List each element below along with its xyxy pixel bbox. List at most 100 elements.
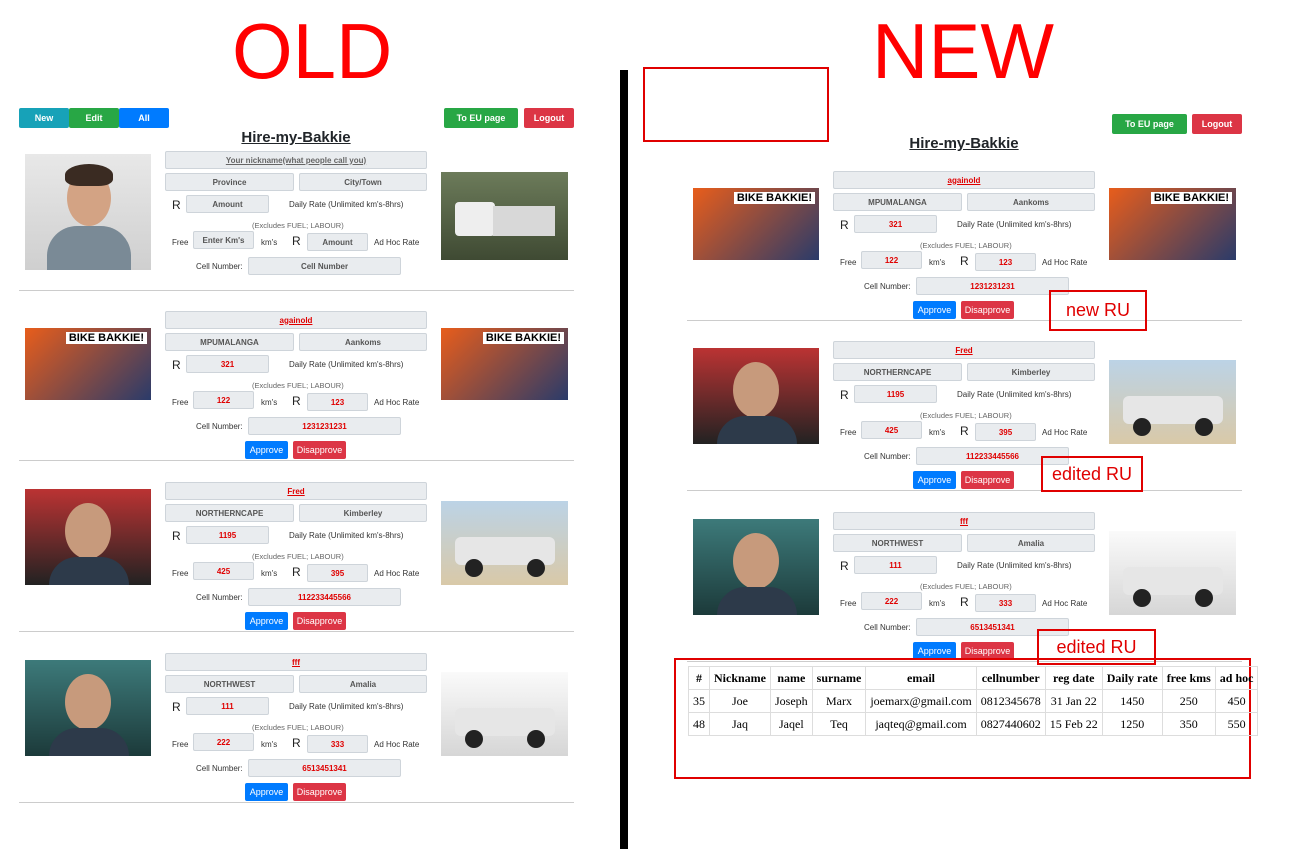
adhoc-rate-field[interactable]: 395 (307, 564, 368, 582)
adhoc-rate-field[interactable]: 123 (975, 253, 1036, 271)
cell-field[interactable]: 6513451341 (248, 759, 401, 777)
free-kms-field[interactable]: 222 (861, 592, 922, 610)
daily-rate-field[interactable]: 111 (186, 697, 269, 715)
disapprove-button[interactable]: Disapprove (293, 783, 346, 801)
table-header-cell: Daily rate (1101, 666, 1163, 690)
city-field[interactable]: Aankoms (967, 193, 1095, 211)
city-field[interactable]: Aankoms (299, 333, 427, 351)
amount-input[interactable]: Amount (186, 195, 269, 213)
disapprove-button[interactable]: Disapprove (293, 612, 346, 630)
approve-button[interactable]: Approve (913, 471, 956, 489)
rand-symbol: R (292, 234, 301, 248)
adhoc-rate-field[interactable]: 395 (975, 423, 1036, 441)
daily-rate-field[interactable]: 1195 (186, 526, 269, 544)
province-field[interactable]: NORTHWEST (165, 675, 294, 693)
approve-button[interactable]: Approve (245, 783, 288, 801)
logout-button[interactable]: Logout (1192, 114, 1242, 134)
bakkie-listing-card: BIKE BAKKIE! againold MPUMALANGA Aankoms… (19, 290, 574, 461)
excludes-label: (Excludes FUEL; LABOUR) (252, 221, 344, 230)
province-field[interactable]: NORTHWEST (833, 534, 962, 552)
free-kms-field[interactable]: 222 (193, 733, 254, 751)
cell-field[interactable]: 112233445566 (248, 588, 401, 606)
province-field[interactable]: NORTHERNCAPE (165, 504, 294, 522)
daily-rate-label: Daily Rate (Unlimited km's-8hrs) (957, 220, 1072, 229)
approve-button[interactable]: Approve (913, 301, 956, 319)
approve-button[interactable]: Approve (245, 612, 288, 630)
nickname-field[interactable]: Fred (165, 482, 427, 500)
rand-symbol: R (292, 565, 301, 579)
bakkie-photo (441, 172, 568, 260)
city-field[interactable]: Kimberley (967, 363, 1095, 381)
adhoc-input[interactable]: Amount (307, 233, 368, 251)
free-label: Free (840, 258, 857, 267)
approve-button[interactable]: Approve (245, 441, 288, 459)
kms-input[interactable]: Enter Km's (193, 231, 254, 249)
cell-label: Cell Number: (864, 282, 911, 291)
nickname-field[interactable]: againold (833, 171, 1095, 189)
free-kms-field[interactable]: 425 (861, 421, 922, 439)
table-cell: Joe (709, 689, 771, 713)
table-cell: Jaq (709, 712, 771, 736)
adhoc-rate-field[interactable]: 333 (307, 735, 368, 753)
free-label: Free (840, 599, 857, 608)
rand-symbol: R (960, 424, 969, 438)
free-kms-field[interactable]: 425 (193, 562, 254, 580)
province-field[interactable]: NORTHERNCAPE (833, 363, 962, 381)
cell-label: Cell Number: (864, 623, 911, 632)
table-header-cell: ad hoc (1214, 666, 1259, 690)
listing-photo (25, 489, 151, 585)
kms-label: km's (929, 428, 946, 437)
cell-label: Cell Number: (196, 764, 243, 773)
bakkie-listing-card: Fred NORTHERNCAPE Kimberley R 1195 Daily… (687, 320, 1242, 491)
adhoc-rate-field[interactable]: 333 (975, 594, 1036, 612)
disapprove-button[interactable]: Disapprove (293, 441, 346, 459)
excludes-label: (Excludes FUEL; LABOUR) (252, 723, 344, 732)
cell-input[interactable]: Cell Number (248, 257, 401, 275)
data-table: # Nickname name surname email cellnumber reg d… (688, 666, 1259, 736)
city-input[interactable]: City/Town (299, 173, 427, 191)
free-kms-field[interactable]: 122 (861, 251, 922, 269)
daily-rate-field[interactable]: 1195 (854, 385, 937, 403)
bakkie-photo: BIKE BAKKIE! (1109, 188, 1236, 260)
nickname-input[interactable]: Your nickname(what people call you) (165, 151, 427, 169)
adhoc-label: Ad Hoc Rate (1042, 258, 1088, 267)
nickname-field[interactable]: Fred (833, 341, 1095, 359)
listing-photo (693, 519, 819, 615)
table-header-row: # Nickname name surname email cellnumber reg d… (688, 666, 1259, 690)
daily-rate-label: Daily Rate (Unlimited km's-8hrs) (289, 200, 404, 209)
province-input[interactable]: Province (165, 173, 294, 191)
table-header-cell: reg date (1044, 666, 1103, 690)
nickname-field[interactable]: againold (165, 311, 427, 329)
listing-photo: BIKE BAKKIE! (693, 188, 819, 260)
cell-label: Cell Number: (864, 452, 911, 461)
daily-rate-field[interactable]: 321 (854, 215, 937, 233)
nickname-field[interactable]: fff (833, 512, 1095, 530)
province-field[interactable]: MPUMALANGA (165, 333, 294, 351)
table-cell: jaqteq@gmail.com (865, 712, 977, 736)
city-field[interactable]: Kimberley (299, 504, 427, 522)
city-field[interactable]: Amalia (299, 675, 427, 693)
disapprove-button[interactable]: Disapprove (961, 301, 1014, 319)
cell-field[interactable]: 1231231231 (248, 417, 401, 435)
province-field[interactable]: MPUMALANGA (833, 193, 962, 211)
cell-field[interactable]: 1231231231 (916, 277, 1069, 295)
adhoc-label: Ad Hoc Rate (374, 238, 420, 247)
daily-rate-field[interactable]: 111 (854, 556, 937, 574)
divider-line (620, 70, 628, 849)
daily-rate-field[interactable]: 321 (186, 355, 269, 373)
adhoc-label: Ad Hoc Rate (1042, 599, 1088, 608)
table-header-cell: # (688, 666, 710, 690)
city-field[interactable]: Amalia (967, 534, 1095, 552)
table-cell: 15 Feb 22 (1044, 712, 1103, 736)
eu-page-button[interactable]: To EU page (1112, 114, 1187, 134)
disapprove-button[interactable]: Disapprove (961, 471, 1014, 489)
kms-label: km's (929, 258, 946, 267)
daily-rate-label: Daily Rate (Unlimited km's-8hrs) (957, 390, 1072, 399)
adhoc-rate-field[interactable]: 123 (307, 393, 368, 411)
free-kms-field[interactable]: 122 (193, 391, 254, 409)
nickname-field[interactable]: fff (165, 653, 427, 671)
bakkie-listing-card: fff NORTHWEST Amalia R 111 Daily Rate (U… (687, 491, 1242, 662)
avatar (25, 154, 151, 270)
table-body: 35 Joe Joseph Marx joemarx@gmail.com 08123456… (688, 689, 1259, 736)
bakkie-listing-card: fff NORTHWEST Amalia R 111 Daily Rate (U… (19, 632, 574, 803)
